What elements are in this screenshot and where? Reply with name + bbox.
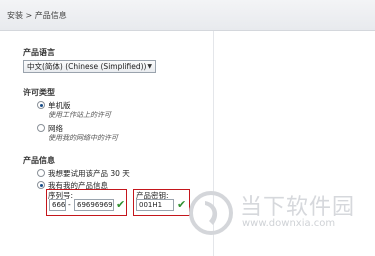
license-standalone-radio[interactable] [37,101,45,109]
serial-separator: - [68,200,71,209]
language-selected-value: 中文(简体) (Chinese (Simplified)) [27,62,147,71]
serial-valid-check-icon: ✔ [116,198,126,211]
language-select[interactable]: 中文(简体) (Chinese (Simplified)) ▼ [23,60,156,73]
watermark-logo-icon [189,191,233,235]
have-info-radio[interactable] [37,181,45,189]
breadcrumb-root[interactable]: 安装 [7,11,23,20]
trial-label[interactable]: 我想要试用该产品 30 天 [48,168,130,179]
installer-window: 安装 > 产品信息 产品语言 中文(简体) (Chinese (Simplifi… [0,0,375,256]
license-network-radio[interactable] [37,124,45,132]
license-section-title: 许可类型 [23,88,55,97]
breadcrumb-current: 产品信息 [34,11,67,20]
language-section-title: 产品语言 [23,48,55,57]
title-bar: 安装 > 产品信息 [0,0,375,31]
serial-number-input[interactable]: 69696969 [74,199,114,211]
watermark-url: www.downxia.com [242,218,336,229]
trial-radio[interactable] [37,169,45,177]
breadcrumb-separator: > [25,11,33,20]
product-info-section-title: 产品信息 [23,156,55,165]
serial-prefix-input[interactable]: 666 [49,199,66,211]
product-key-valid-check-icon: ✔ [177,198,187,211]
license-network-description: 使用我的网络中的许可 [48,134,118,142]
breadcrumb: 安装 > 产品信息 [7,10,67,21]
watermark-title: 当下软件园 [240,195,356,220]
product-key-input[interactable]: 001H1 [136,199,174,211]
chevron-down-icon: ▼ [147,63,152,70]
license-standalone-description: 使用工作站上的许可 [48,111,111,119]
